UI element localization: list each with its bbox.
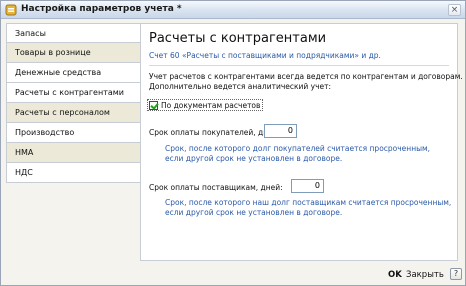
ok-button[interactable]: OK <box>388 270 402 280</box>
close-button[interactable]: Закрыть <box>406 270 444 280</box>
suppliers-hint-line-1: Срок, после которого наш долг поставщика… <box>165 198 452 207</box>
buyers-payment-term-label: Срок оплаты покупателей, дней: <box>149 128 281 137</box>
by-documents-checkbox-row[interactable]: По документам расчетов <box>147 99 264 111</box>
sidebar-item-label: Производство <box>15 128 75 137</box>
settings-window: Настройка параметров учета * × Запасы То… <box>0 0 466 286</box>
account-subtitle: Счет 60 «Расчеты с поставщиками и подряд… <box>149 51 381 60</box>
settings-panel: Расчеты с контрагентами Счет 60 «Расчеты… <box>140 23 463 261</box>
suppliers-payment-term-hint: Срок, после которого наш долг поставщика… <box>165 198 451 218</box>
sidebar-item-denezhnye-sredstva[interactable]: Денежные средства <box>6 63 141 83</box>
sidebar-item-tovary-v-roznice[interactable]: Товары в рознице <box>6 43 141 63</box>
sidebar-nav: Запасы Товары в рознице Денежные средств… <box>6 23 141 183</box>
sidebar-item-proizvodstvo[interactable]: Производство <box>6 123 141 143</box>
title-bar[interactable]: Настройка параметров учета * × <box>1 1 465 19</box>
page-title: Расчеты с контрагентами <box>149 31 327 46</box>
buyers-hint-line-2: если другой срок не установлен в договор… <box>165 154 343 163</box>
sidebar-item-zapasy[interactable]: Запасы <box>6 23 141 43</box>
window-title: Настройка параметров учета * <box>21 4 182 14</box>
description-text: Учет расчетов с контрагентами всегда вед… <box>149 72 463 92</box>
buyers-payment-term-input[interactable]: 0 <box>264 124 297 138</box>
dialog-footer: OK Закрыть ? <box>1 265 465 285</box>
by-documents-checkbox-label[interactable]: По документам расчетов <box>161 101 260 110</box>
divider <box>149 65 449 66</box>
sidebar-item-raschety-s-personalom[interactable]: Расчеты с персоналом <box>6 103 141 123</box>
suppliers-payment-term-input[interactable]: 0 <box>291 179 324 193</box>
sidebar-item-label: Запасы <box>15 29 46 38</box>
sidebar-item-nds[interactable]: НДС <box>6 163 141 183</box>
sidebar-item-raschety-s-kontragentami[interactable]: Расчеты с контрагентами <box>6 83 141 103</box>
description-line-1: Учет расчетов с контрагентами всегда вед… <box>149 72 463 81</box>
window-close-button[interactable]: × <box>448 4 461 16</box>
sidebar-item-label: НДС <box>15 168 33 177</box>
sidebar-item-label: Товары в рознице <box>15 48 91 57</box>
buyers-payment-term-hint: Срок, после которого долг покупателей сч… <box>165 144 430 164</box>
sidebar-item-label: Расчеты с контрагентами <box>15 88 124 97</box>
sidebar-item-label: Денежные средства <box>15 68 102 77</box>
app-settings-icon <box>5 4 17 16</box>
description-line-2: Дополнительно ведется аналитический учет… <box>149 82 332 91</box>
suppliers-hint-line-2: если другой срок не установлен в договор… <box>165 208 343 217</box>
help-button[interactable]: ? <box>450 268 462 280</box>
sidebar-item-label: Расчеты с персоналом <box>15 108 110 117</box>
by-documents-checkbox[interactable] <box>149 100 158 110</box>
buyers-hint-line-1: Срок, после которого долг покупателей сч… <box>165 144 431 153</box>
sidebar-item-label: НМА <box>15 148 34 157</box>
sidebar-item-nma[interactable]: НМА <box>6 143 141 163</box>
suppliers-payment-term-label: Срок оплаты поставщикам, дней: <box>149 183 283 192</box>
